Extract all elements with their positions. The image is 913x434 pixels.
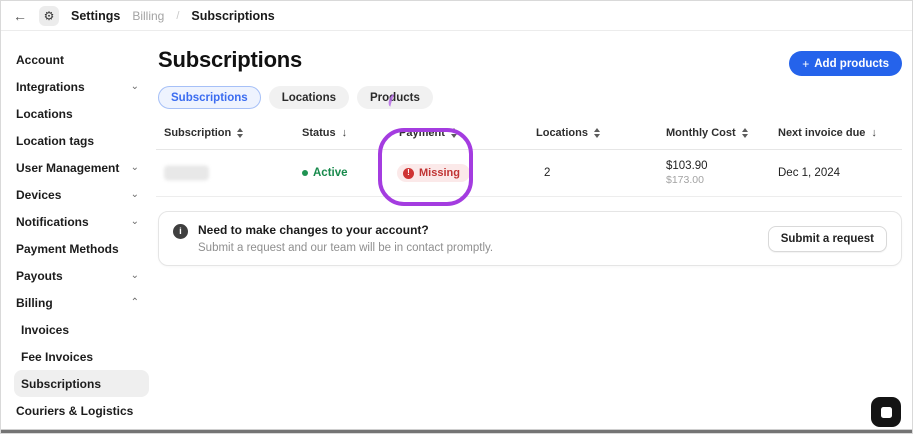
- breadcrumb-settings[interactable]: Settings: [71, 9, 120, 23]
- add-products-button[interactable]: + Add products: [789, 51, 902, 76]
- sidebar-item-notifications[interactable]: Notifications ⌄: [9, 208, 149, 235]
- callout-text: Need to make changes to your account? Su…: [198, 223, 493, 254]
- sidebar-item-devices[interactable]: Devices ⌄: [9, 181, 149, 208]
- back-icon[interactable]: ←: [13, 9, 27, 23]
- sidebar-item-payment-methods[interactable]: Payment Methods: [9, 235, 149, 262]
- column-label: Payment: [399, 127, 445, 139]
- status-dot-icon: [302, 170, 308, 176]
- callout-title: Need to make changes to your account?: [198, 223, 493, 237]
- column-label: Locations: [536, 127, 588, 139]
- chevron-down-icon: ⌄: [131, 271, 139, 281]
- submit-request-button[interactable]: Submit a request: [768, 226, 887, 252]
- sidebar-item-label: Integrations: [16, 80, 85, 94]
- payment-missing-badge: ! Missing: [397, 164, 470, 182]
- sidebar-item-label: Fee Invoices: [21, 350, 93, 364]
- app-window: ← ⚙ Settings Billing / Subscriptions Acc…: [0, 0, 913, 434]
- sidebar-item-label: Notifications: [16, 215, 89, 229]
- sort-both-icon: [742, 128, 748, 138]
- tab-label: Subscriptions: [171, 92, 248, 104]
- tab-subscriptions[interactable]: Subscriptions: [158, 86, 261, 109]
- column-header-subscription[interactable]: Subscription: [164, 127, 243, 139]
- next-invoice-cell: Dec 1, 2024: [778, 167, 840, 179]
- sidebar-item-label: Subscriptions: [21, 377, 101, 391]
- tab-bar: Subscriptions Locations Products: [158, 86, 912, 109]
- gear-icon: ⚙: [44, 9, 55, 23]
- sidebar-item-label: Devices: [16, 188, 61, 202]
- chevron-down-icon: ⌄: [131, 190, 139, 200]
- sort-both-icon: [594, 128, 600, 138]
- sidebar-item-payouts[interactable]: Payouts ⌄: [9, 262, 149, 289]
- tab-locations[interactable]: Locations: [269, 86, 349, 109]
- breadcrumb-bar: ← ⚙ Settings Billing / Subscriptions: [1, 1, 912, 31]
- sidebar-item-invoices[interactable]: Invoices: [14, 316, 149, 343]
- sidebar-item-label: Locations: [16, 107, 73, 121]
- monthly-cost-secondary: $173.00: [666, 174, 708, 186]
- status-cell: Active: [302, 167, 348, 179]
- status-label: Active: [313, 167, 348, 179]
- sidebar-item-label: Couriers & Logistics: [16, 404, 133, 418]
- sidebar-item-integrations[interactable]: Integrations ⌄: [9, 73, 149, 100]
- subscriptions-table: Subscription Status ↓ Payment Locations …: [156, 126, 902, 197]
- chevron-down-icon: ⌄: [131, 217, 139, 227]
- settings-sidebar: Account Integrations ⌄ Locations Locatio…: [1, 31, 156, 424]
- stop-icon: [881, 407, 892, 418]
- chevron-down-icon: ⌄: [131, 163, 139, 173]
- sidebar-item-account[interactable]: Account: [9, 46, 149, 73]
- table-row[interactable]: Active ! Missing 2 $103.90 $173.00 Dec 1…: [156, 150, 902, 197]
- account-changes-callout: i Need to make changes to your account? …: [158, 211, 902, 266]
- payment-label: Missing: [419, 167, 460, 179]
- column-header-locations[interactable]: Locations: [536, 127, 600, 139]
- settings-gear-button[interactable]: ⚙: [39, 6, 59, 26]
- sidebar-item-billing[interactable]: Billing ⌃: [9, 289, 149, 316]
- sidebar-item-locations[interactable]: Locations: [9, 100, 149, 127]
- sidebar-item-subscriptions[interactable]: Subscriptions: [14, 370, 149, 397]
- sidebar-item-label: Billing: [16, 296, 53, 310]
- stop-recording-button[interactable]: [871, 397, 901, 427]
- payment-cell: ! Missing: [397, 164, 470, 182]
- monthly-cost-cell: $103.90 $173.00: [666, 160, 708, 186]
- info-icon: i: [173, 224, 188, 239]
- add-products-label: Add products: [814, 58, 889, 70]
- bottom-edge-bar: [1, 429, 912, 433]
- sidebar-item-label: Payouts: [16, 269, 63, 283]
- sort-down-icon: ↓: [871, 128, 877, 139]
- sort-both-icon: [451, 128, 457, 138]
- column-header-monthly-cost[interactable]: Monthly Cost: [666, 127, 748, 139]
- breadcrumb-billing[interactable]: Billing: [132, 9, 164, 23]
- sidebar-item-label: Account: [16, 53, 64, 67]
- plus-icon: +: [802, 57, 809, 71]
- sidebar-item-label: Location tags: [16, 134, 94, 148]
- sidebar-item-fee-invoices[interactable]: Fee Invoices: [14, 343, 149, 370]
- chevron-up-icon: ⌃: [131, 298, 139, 308]
- column-label: Next invoice due: [778, 127, 865, 139]
- sidebar-item-label: Payment Methods: [16, 242, 119, 256]
- column-header-next-invoice-due[interactable]: Next invoice due ↓: [778, 127, 877, 139]
- chevron-down-icon: ⌄: [131, 82, 139, 92]
- tab-products[interactable]: Products: [357, 86, 433, 109]
- locations-cell: 2: [544, 167, 550, 179]
- status-badge: Active: [302, 167, 348, 179]
- tab-label: Products: [370, 92, 420, 104]
- column-header-payment[interactable]: Payment: [399, 127, 457, 139]
- sidebar-item-label: Invoices: [21, 323, 69, 337]
- subscription-name-redacted: [164, 166, 209, 181]
- column-label: Status: [302, 127, 336, 139]
- sidebar-item-couriers-logistics[interactable]: Couriers & Logistics: [9, 397, 149, 424]
- table-header-row: Subscription Status ↓ Payment Locations …: [156, 126, 902, 150]
- column-label: Subscription: [164, 127, 231, 139]
- callout-description: Submit a request and our team will be in…: [198, 242, 493, 254]
- breadcrumb-separator: /: [176, 10, 179, 22]
- sidebar-item-location-tags[interactable]: Location tags: [9, 127, 149, 154]
- alert-icon: !: [403, 168, 414, 179]
- main-content: Subscriptions + Add products Subscriptio…: [156, 31, 912, 433]
- column-header-status[interactable]: Status ↓: [302, 127, 347, 139]
- sidebar-item-label: User Management: [16, 161, 119, 175]
- sidebar-item-user-management[interactable]: User Management ⌄: [9, 154, 149, 181]
- sort-both-icon: [237, 128, 243, 138]
- monthly-cost-primary: $103.90: [666, 160, 708, 172]
- breadcrumb-current: Subscriptions: [191, 9, 274, 23]
- tab-label: Locations: [282, 92, 336, 104]
- column-label: Monthly Cost: [666, 127, 736, 139]
- sort-down-icon: ↓: [342, 128, 348, 139]
